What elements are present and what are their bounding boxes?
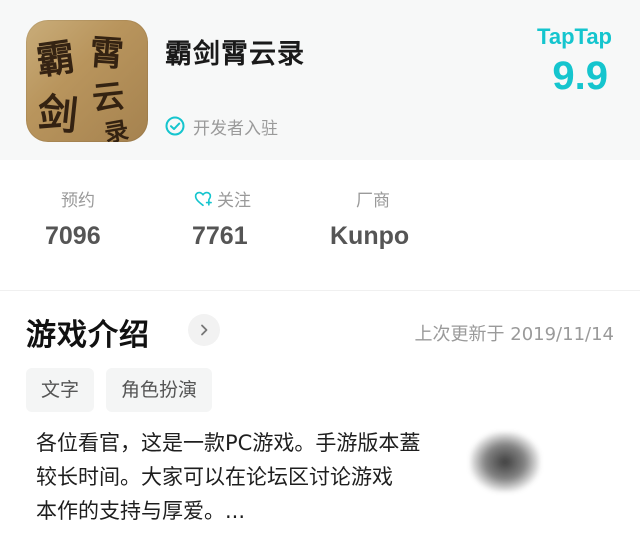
- stat-label: 预约: [61, 191, 95, 211]
- developer-badge[interactable]: 开发者入驻: [165, 113, 278, 139]
- app-icon-glyph: 霄: [88, 32, 126, 76]
- developer-badge-label: 开发者入驻: [193, 118, 278, 139]
- section-expand-button[interactable]: [188, 314, 220, 346]
- app-icon-glyph: 霸: [33, 33, 78, 84]
- stat-value: Kunpo: [330, 222, 410, 250]
- app-header: 霸 剑 霄 云 录 霸剑霄云录 开发者入驻 TapTap 9.9: [0, 0, 640, 160]
- description-line: 本作的支持与厚爱。...: [36, 499, 246, 523]
- tag-list: 文字 角色扮演: [26, 368, 213, 412]
- stat-label: 厂商: [356, 191, 390, 211]
- redaction-blur: [470, 432, 540, 492]
- tag-rpg[interactable]: 角色扮演: [106, 368, 213, 412]
- game-description[interactable]: 各位看官，这是一款PC游戏。手游版本蓋 较长时间。大家可以在论坛区讨论游戏 本作…: [36, 426, 506, 528]
- app-icon-glyph: 录: [102, 115, 131, 142]
- verified-check-icon: [165, 116, 185, 136]
- divider: [0, 290, 640, 291]
- chevron-right-icon: [201, 324, 208, 336]
- stat-label: 关注: [217, 191, 251, 211]
- stat-value: 7096: [45, 222, 101, 250]
- description-line: 各位看官，这是一款PC游戏。手游版本蓋: [36, 431, 421, 455]
- description-line: 较长时间。大家可以在论坛区讨论游戏: [36, 465, 393, 489]
- app-icon-glyph: 剑: [35, 89, 80, 140]
- stats-row: 预约 7096 关注 7761 厂商 Kunpo: [0, 160, 640, 290]
- tag-text[interactable]: 文字: [26, 368, 95, 412]
- follow-label-row: 关注: [194, 186, 251, 211]
- stat-value: 7761: [192, 222, 248, 250]
- last-updated-text: 上次更新于 2019/11/14: [414, 324, 614, 345]
- section-title[interactable]: 游戏介绍: [26, 310, 150, 354]
- taptap-logo: TapTap: [537, 24, 612, 49]
- heart-plus-icon: [194, 191, 212, 206]
- rating-score[interactable]: 9.9: [552, 54, 608, 99]
- app-icon[interactable]: 霸 剑 霄 云 录: [26, 20, 148, 142]
- app-title: 霸剑霄云录: [165, 39, 305, 70]
